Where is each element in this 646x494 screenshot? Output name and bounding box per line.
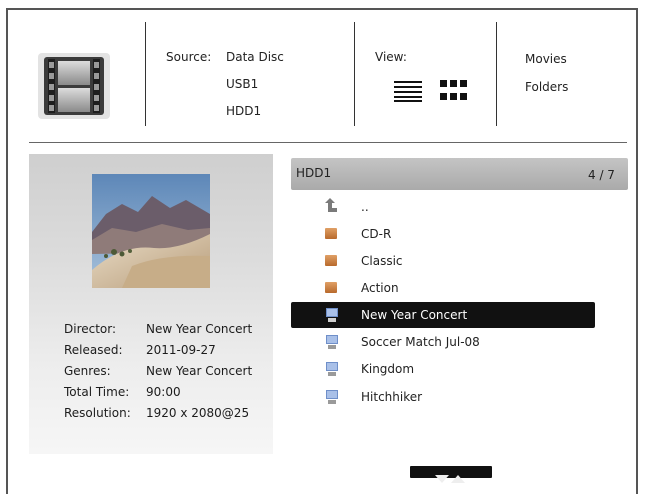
- scroll-down-icon[interactable]: [435, 468, 449, 483]
- list-item-kingdom[interactable]: Kingdom: [291, 356, 595, 382]
- total-time-value: 90:00: [146, 385, 181, 399]
- page-scroll-control[interactable]: [410, 466, 492, 483]
- source-item-usb1[interactable]: USB1: [226, 77, 258, 91]
- list-item-label: Classic: [361, 254, 403, 268]
- source-label: Source:: [166, 50, 212, 64]
- grid-view-icon[interactable]: [440, 80, 468, 102]
- list-item-label: ..: [361, 200, 369, 214]
- list-item-label: Kingdom: [361, 362, 415, 376]
- list-item-label: Soccer Match Jul-08: [361, 335, 480, 349]
- header-divider: [496, 22, 497, 126]
- mode-item-folders[interactable]: Folders: [525, 80, 568, 94]
- list-item-hitchhiker[interactable]: Hitchhiker: [291, 384, 595, 410]
- list-item-label: CD-R: [361, 227, 392, 241]
- list-position: 4 / 7: [588, 168, 615, 182]
- genres-label: Genres:: [64, 364, 111, 378]
- source-item-data-disc[interactable]: Data Disc: [226, 50, 284, 64]
- list-item-folder-cd-r[interactable]: CD-R: [291, 221, 595, 247]
- list-item-label: Hitchhiker: [361, 390, 423, 404]
- cover-thumbnail: [92, 174, 210, 288]
- folder-icon: [325, 228, 337, 239]
- director-label: Director:: [64, 322, 117, 336]
- source-item-hdd1[interactable]: HDD1: [226, 104, 261, 118]
- list-header-bar: [291, 158, 628, 190]
- folder-icon: [325, 282, 337, 293]
- list-item-folder-action[interactable]: Action: [291, 275, 595, 301]
- header-rule: [29, 142, 627, 143]
- list-item-parent[interactable]: ..: [291, 194, 595, 220]
- view-label: View:: [375, 50, 407, 64]
- list-item-folder-classic[interactable]: Classic: [291, 248, 595, 274]
- list-view-icon[interactable]: [394, 80, 422, 102]
- genres-value: New Year Concert: [146, 364, 253, 378]
- list-title: HDD1: [296, 166, 332, 180]
- video-file-icon: [326, 389, 338, 404]
- up-arrow-icon: [323, 197, 337, 213]
- video-file-icon: [326, 307, 338, 322]
- header-divider: [354, 22, 355, 126]
- released-label: Released:: [64, 343, 123, 357]
- film-strip-icon: [34, 47, 114, 125]
- video-file-icon: [326, 334, 338, 349]
- list-item-label: New Year Concert: [361, 308, 468, 322]
- scroll-up-icon[interactable]: [451, 468, 465, 483]
- resolution-label: Resolution:: [64, 406, 131, 420]
- folder-icon: [325, 255, 337, 266]
- list-item-new-year-concert[interactable]: New Year Concert: [291, 302, 595, 328]
- video-file-icon: [326, 361, 338, 376]
- released-value: 2011-09-27: [146, 343, 216, 357]
- list-item-soccer-match[interactable]: Soccer Match Jul-08: [291, 329, 595, 355]
- resolution-value: 1920 x 2080@25: [146, 406, 250, 420]
- total-time-label: Total Time:: [64, 385, 130, 399]
- list-item-label: Action: [361, 281, 399, 295]
- director-value: New Year Concert: [146, 322, 253, 336]
- mode-item-movies[interactable]: Movies: [525, 52, 567, 66]
- header-divider: [145, 22, 146, 126]
